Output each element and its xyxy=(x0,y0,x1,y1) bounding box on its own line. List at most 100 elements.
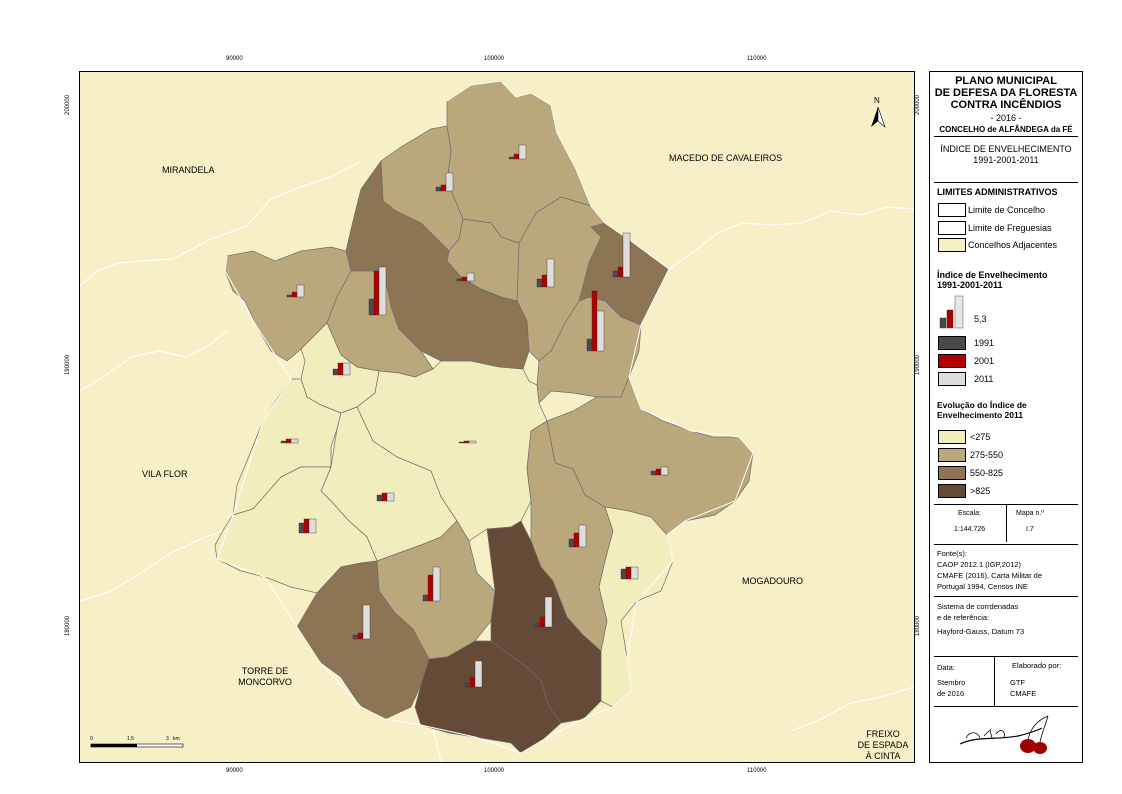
bar-2011 xyxy=(378,266,387,316)
bar-1991 xyxy=(464,682,471,688)
bar-2011 xyxy=(474,660,483,688)
bar-1991 xyxy=(332,368,339,376)
swatch-adjacent xyxy=(938,238,966,252)
swatch-2001 xyxy=(938,354,966,368)
bar-2001 xyxy=(573,532,580,548)
bar-1991 xyxy=(298,522,305,534)
legend-divider-2 xyxy=(934,182,1078,183)
bar-2001 xyxy=(655,468,662,476)
map-svg[interactable]: N 0 1,5 3 km xyxy=(80,72,914,762)
map-title-2: 1991-2001-2011 xyxy=(973,155,1039,165)
bar-2001 xyxy=(373,270,380,316)
legend-title-3: CONTRA INCÊNDIOS xyxy=(950,99,1062,111)
label-freixo-line2: DE ESPADA xyxy=(857,740,909,750)
legend-divider-1 xyxy=(934,136,1078,137)
author-label: Elaborado por: xyxy=(1012,661,1062,670)
map-frame[interactable]: N 0 1,5 3 km MIRANDELA MACEDO DE CAVALEI… xyxy=(79,71,915,763)
bar-2011 xyxy=(518,144,527,160)
north-arrow-icon xyxy=(871,106,886,128)
legend-divider-5 xyxy=(934,596,1078,597)
bar-2001 xyxy=(337,362,344,376)
author-value-2: CMAFE xyxy=(1010,689,1037,698)
y-tick-right-190000: 190000 xyxy=(915,354,922,376)
bar-2011 xyxy=(468,440,477,444)
swatch-parish-limit xyxy=(938,221,966,235)
year-2011: 2011 xyxy=(974,374,994,384)
class-1-label: <275 xyxy=(970,432,991,442)
scale-tick-1: 1,5 xyxy=(127,736,134,742)
chart-sample-icon xyxy=(939,295,964,329)
scale-tick-0: 0 xyxy=(90,736,93,742)
bar-2011 xyxy=(386,492,395,502)
bar-2001 xyxy=(291,291,298,298)
bar-2001 xyxy=(541,274,548,288)
map-number-value: I.7 xyxy=(1026,526,1034,533)
date-label: Data: xyxy=(937,663,955,672)
evolution-heading-2: Envelhecimento 2011 xyxy=(937,410,1023,420)
class-4-label: >825 xyxy=(970,486,991,496)
bar-1991 xyxy=(286,294,293,298)
bar-1991 xyxy=(422,594,429,602)
sources-line-2: CMAFE (2016), Carta Militar de xyxy=(937,571,1043,580)
swatch-1991 xyxy=(938,336,966,350)
class-2-label: 275-550 xyxy=(970,450,1004,460)
chart-sample-value: 5,3 xyxy=(974,314,987,324)
bar-2011 xyxy=(445,172,454,192)
bar-2001 xyxy=(513,153,520,160)
crs-label-1: Sistema de corrdenadas xyxy=(937,602,1019,611)
bar-1991 xyxy=(435,186,442,192)
x-tick-top-100000: 100000 xyxy=(484,56,505,62)
admin-heading: LIMITES ADMINISTRATIVOS xyxy=(937,187,1058,197)
scale-bar: 0 1,5 3 km xyxy=(90,736,184,748)
bar-2011 xyxy=(544,596,553,628)
bar-2011 xyxy=(342,362,351,376)
legend-title-1: PLANO MUNICIPAL xyxy=(955,75,1057,87)
legend-vdivider-1 xyxy=(1006,504,1007,542)
bar-2001 xyxy=(469,676,476,688)
bar-1991 xyxy=(456,278,463,282)
bar-1991 xyxy=(586,338,593,352)
chart-heading-1: Índice de Envelhecimento xyxy=(937,270,1048,280)
bar-1991 xyxy=(612,270,619,278)
bar-2011 xyxy=(546,258,555,288)
bar-1991 xyxy=(352,634,359,640)
swatch-2011 xyxy=(938,372,966,386)
sources-line-3: Portugal 1994, Censos INE xyxy=(937,582,1028,591)
x-tick-bottom-100000: 100000 xyxy=(484,768,505,774)
label-mirandela: MIRANDELA xyxy=(162,165,215,175)
bar-2001 xyxy=(285,438,292,444)
admin-item-parish: Limite de Freguesias xyxy=(968,223,1052,233)
bar-2001 xyxy=(463,440,470,444)
legend-divider-7 xyxy=(934,706,1078,707)
bar-2001 xyxy=(591,290,598,352)
legend-title-2: DE DEFESA DA FLORESTA xyxy=(934,87,1078,99)
x-tick-top-90000: 90000 xyxy=(226,56,243,62)
bar-1991 xyxy=(368,298,375,316)
legend-panel: PLANO MUNICIPAL DE DEFESA DA FLORESTA CO… xyxy=(929,71,1083,763)
swatch-class-4 xyxy=(938,484,966,498)
bar-2001 xyxy=(381,492,388,502)
scale-value: 1:144.726 xyxy=(954,526,986,533)
admin-item-adjacent: Concelhos Adjacentes xyxy=(968,240,1058,250)
legend-divider-6 xyxy=(934,656,1078,657)
bar-2011 xyxy=(290,438,299,444)
author-value-1: GTF xyxy=(1010,678,1025,687)
legend-divider-4 xyxy=(934,544,1078,545)
date-value-1: Stembro xyxy=(937,678,966,687)
bar-1991 xyxy=(650,470,657,476)
map-number-label: Mapa n.º xyxy=(1016,510,1044,517)
bar-2001 xyxy=(617,266,624,278)
bar-2011 xyxy=(296,284,305,298)
x-tick-top-110000: 110000 xyxy=(747,56,767,62)
bar-1991 xyxy=(534,622,541,628)
label-mogadouro: MOGADOURO xyxy=(742,576,804,586)
bar-1991 xyxy=(536,278,543,288)
parishes xyxy=(214,80,754,754)
bar-1991 xyxy=(508,156,515,160)
year-1991: 1991 xyxy=(974,338,995,348)
y-tick-left-200000: 200000 xyxy=(65,94,72,116)
sources-line-1: CAOP 2012.1 (IGP,2012) xyxy=(937,560,1021,569)
bar-2011 xyxy=(622,232,631,278)
class-3-label: 550-825 xyxy=(970,468,1004,478)
boundary-macedo xyxy=(640,206,914,298)
